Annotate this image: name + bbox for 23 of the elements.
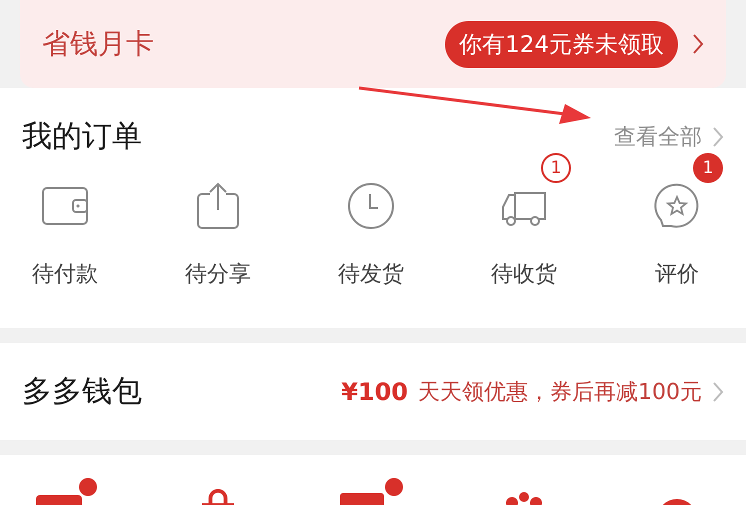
promo-text: 天天领优惠，券后再减100元 [418, 378, 702, 406]
paw-icon [506, 492, 542, 505]
chevron-icon [712, 380, 724, 402]
monthly-card-banner[interactable]: 省钱月卡 你有124元券未领取 [20, 0, 726, 88]
chevron-icon [692, 33, 704, 55]
clock-icon [347, 182, 395, 230]
count-badge: 1 [693, 153, 723, 183]
order-status-link[interactable]: 待分享 [185, 259, 251, 289]
chevron-icon [712, 126, 724, 148]
order-status-link[interactable]: 评价 [655, 259, 699, 289]
share-icon [196, 182, 240, 230]
order-status-link[interactable]: 待收货 [491, 259, 557, 289]
count-badge: 1 [541, 153, 571, 183]
wallet-icon [41, 186, 89, 226]
coupon-button[interactable]: 你有124元券未领取 [445, 20, 678, 68]
banner-title: 省钱月卡 [42, 26, 155, 62]
section-title: 我的订单 [22, 118, 143, 156]
wallet-row[interactable]: 多多钱包 ¥100 天天领优惠，券后再减100元 [0, 343, 746, 440]
amount-text: ¥100 [341, 378, 408, 406]
section-title: 多多钱包 [22, 373, 143, 411]
order-status-link[interactable]: 待发货 [338, 259, 404, 289]
star-bubble-icon [653, 182, 701, 230]
order-status-link[interactable]: 待付款 [32, 259, 98, 289]
